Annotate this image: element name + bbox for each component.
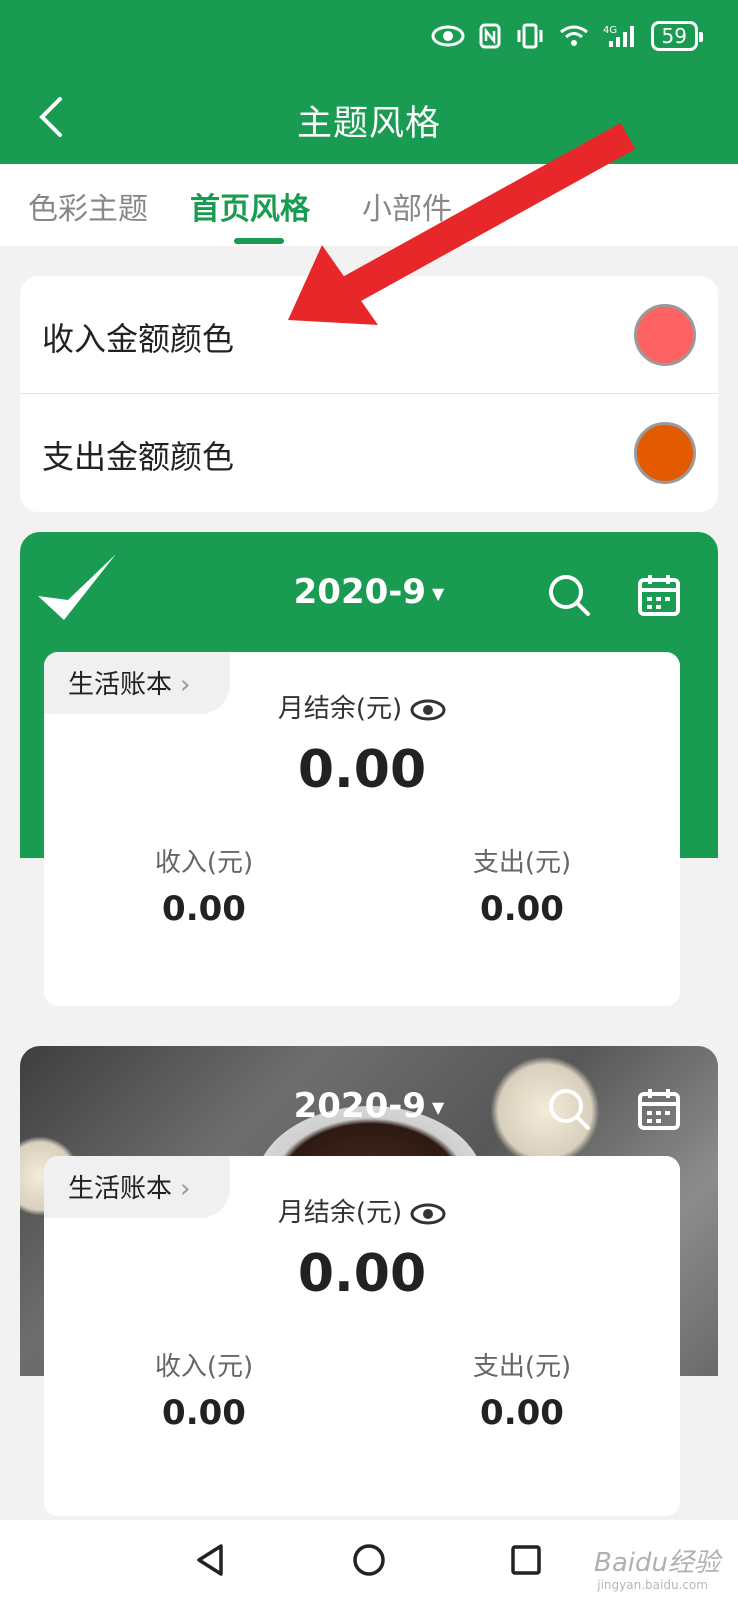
vibrate-icon bbox=[515, 23, 545, 49]
nav-back-button[interactable] bbox=[186, 1536, 234, 1584]
amount-color-settings: 收入金额颜色 支出金额颜色 bbox=[20, 276, 718, 512]
tab-bar: 色彩主题 首页风格 小部件 bbox=[0, 164, 738, 246]
triangle-back-icon bbox=[197, 1544, 223, 1576]
search-icon[interactable] bbox=[546, 572, 592, 618]
balance-label: 月结余(元) bbox=[44, 1192, 680, 1229]
app-header: 4G 59 主题风格 bbox=[0, 0, 738, 164]
nav-home-button[interactable] bbox=[345, 1536, 393, 1584]
expense-color-row[interactable]: 支出金额颜色 bbox=[20, 394, 718, 512]
status-bar: 4G 59 bbox=[431, 20, 704, 52]
balance-label: 月结余(元) bbox=[44, 688, 680, 725]
tab-home-style[interactable]: 首页风格 bbox=[190, 184, 310, 228]
home-style-preview-green[interactable]: 2020-9 ▼ 生活账本 › 月结余(元) 0.00 收入(元) 0.00 支出(… bbox=[20, 532, 718, 1028]
income-summary: 收入(元) 0.00 bbox=[104, 842, 304, 929]
balance-value: 0.00 bbox=[297, 740, 427, 800]
expense-color-label: 支出金额颜色 bbox=[42, 438, 235, 476]
home-style-preview-photo[interactable]: 2020-9 ▼ 生活账本 › 月结余(元) 0.00 收入(元) 0.00 支出(… bbox=[20, 1046, 718, 1516]
month-selector[interactable]: 2020-9 ▼ bbox=[20, 572, 718, 612]
expense-label: 支出(元) bbox=[472, 848, 572, 878]
expense-summary: 支出(元) 0.00 bbox=[422, 1346, 622, 1433]
page-title: 主题风格 bbox=[296, 104, 441, 144]
svg-text:4G: 4G bbox=[603, 25, 617, 36]
income-color-swatch[interactable] bbox=[634, 304, 696, 366]
eye-icon[interactable] bbox=[410, 1203, 446, 1225]
calendar-icon[interactable] bbox=[636, 1086, 682, 1132]
summary-card: 生活账本 › 月结余(元) 0.00 收入(元) 0.00 支出(元) 0.00 bbox=[44, 1156, 680, 1516]
wifi-icon bbox=[559, 24, 589, 48]
eye-icon[interactable] bbox=[410, 699, 446, 721]
income-color-row[interactable]: 收入金额颜色 bbox=[20, 276, 718, 394]
search-icon[interactable] bbox=[546, 1086, 592, 1132]
summary-card: 生活账本 › 月结余(元) 0.00 收入(元) 0.00 支出(元) 0.00 bbox=[44, 652, 680, 1006]
tab-active-indicator bbox=[234, 238, 284, 244]
income-value: 0.00 bbox=[162, 1393, 246, 1433]
income-color-label: 收入金额颜色 bbox=[42, 320, 235, 358]
expense-value: 0.00 bbox=[480, 1393, 564, 1433]
income-label: 收入(元) bbox=[154, 848, 254, 878]
watermark-logo: Baidu经验 bbox=[594, 1548, 720, 1578]
income-summary: 收入(元) 0.00 bbox=[104, 1346, 304, 1433]
battery-indicator: 59 bbox=[650, 21, 704, 51]
calendar-icon[interactable] bbox=[636, 572, 682, 618]
eye-icon bbox=[431, 25, 465, 47]
month-selector[interactable]: 2020-9 ▼ bbox=[20, 1086, 718, 1126]
circle-home-icon bbox=[353, 1544, 385, 1576]
expense-value: 0.00 bbox=[480, 889, 564, 929]
expense-color-swatch[interactable] bbox=[634, 422, 696, 484]
tab-color-theme[interactable]: 色彩主题 bbox=[28, 184, 148, 228]
balance-value: 0.00 bbox=[297, 1244, 427, 1304]
income-value: 0.00 bbox=[162, 889, 246, 929]
nfc-icon bbox=[479, 23, 501, 49]
tab-widgets[interactable]: 小部件 bbox=[362, 184, 452, 228]
system-nav-bar: Baidu经验 jingyan.baidu.com bbox=[0, 1520, 738, 1600]
expense-label: 支出(元) bbox=[472, 1352, 572, 1382]
income-label: 收入(元) bbox=[154, 1352, 254, 1382]
signal-icon: 4G bbox=[603, 23, 637, 49]
nav-recents-button[interactable] bbox=[502, 1536, 550, 1584]
watermark-url: jingyan.baidu.com bbox=[597, 1578, 708, 1592]
square-recents-icon bbox=[511, 1545, 541, 1575]
expense-summary: 支出(元) 0.00 bbox=[422, 842, 622, 929]
